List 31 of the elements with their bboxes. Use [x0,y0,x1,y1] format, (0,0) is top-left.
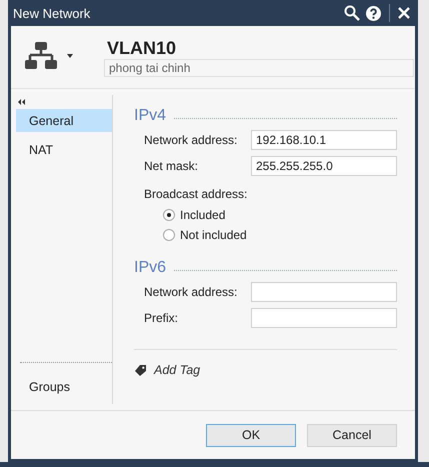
field-label: Prefix: [144,311,180,325]
dialog-button[interactable]: OK [206,424,296,446]
caret-icon[interactable] [67,54,73,58]
search-icon[interactable] [344,5,360,21]
radio-button[interactable] [163,209,175,221]
network-icon[interactable] [25,42,57,70]
sidebar-item[interactable]: NAT [16,138,112,161]
help-icon[interactable] [366,6,381,20]
field-label: Network address: [144,285,238,299]
field-label: Broadcast address: [143,186,248,203]
sidebar-item[interactable]: Groups [16,375,112,398]
radio-button[interactable] [163,229,175,241]
section-heading: IPv4 [134,107,166,125]
input-field[interactable]: 255.255.255.0 [251,156,397,176]
dialog-button[interactable]: Cancel [307,424,397,446]
sidebar-item[interactable]: General [16,109,112,132]
input-field[interactable]: 192.168.10.1 [251,130,397,150]
radio-option[interactable]: Not included [134,225,397,245]
comment-field[interactable]: phong tai chinh [104,59,414,77]
window-title: New Network [13,6,92,20]
input-field[interactable] [251,282,397,302]
input-field[interactable] [251,308,397,328]
radio-option[interactable]: Included [134,205,397,225]
collapse-icon[interactable] [18,99,25,105]
network-name[interactable]: VLAN10 [104,38,414,58]
section-heading: IPv6 [134,259,166,277]
close-icon[interactable] [398,7,410,19]
add-tag-link[interactable]: Add Tag [135,363,397,377]
field-label: Network address: [144,133,238,147]
tag-icon [135,364,146,376]
field-label: Net mask: [144,159,200,173]
